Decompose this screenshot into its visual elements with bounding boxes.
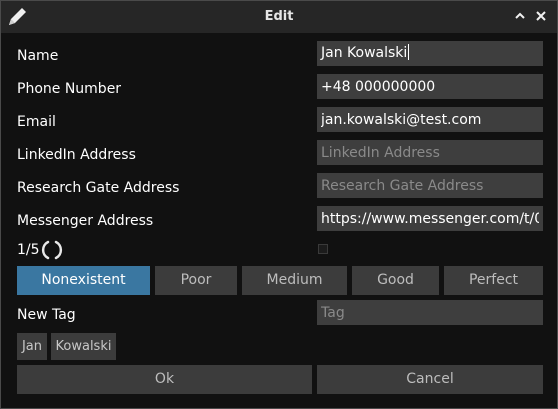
tag-chip[interactable]: Jan bbox=[17, 333, 47, 360]
name-field[interactable]: Jan Kowalski bbox=[317, 41, 543, 66]
rating-medium[interactable]: Medium bbox=[242, 266, 347, 295]
name-label: Name bbox=[17, 48, 59, 64]
rating-perfect[interactable]: Perfect bbox=[444, 266, 543, 295]
rating-text: 1/5 bbox=[17, 242, 40, 258]
cancel-button[interactable]: Cancel bbox=[317, 365, 543, 394]
new-tag-label: New Tag bbox=[17, 307, 76, 323]
collapse-button[interactable] bbox=[513, 9, 527, 23]
title-bar[interactable]: Edit bbox=[1, 1, 557, 33]
tag-chip[interactable]: Kowalski bbox=[51, 333, 116, 360]
loading-spinner-icon bbox=[41, 239, 63, 261]
researchgate-field[interactable] bbox=[317, 173, 543, 198]
close-icon bbox=[536, 11, 546, 21]
ok-button[interactable]: Ok bbox=[17, 365, 312, 394]
phone-label: Phone Number bbox=[17, 81, 122, 97]
rating-poor[interactable]: Poor bbox=[155, 266, 237, 295]
phone-field[interactable] bbox=[317, 74, 543, 99]
tag-field[interactable] bbox=[317, 300, 543, 325]
linkedin-field[interactable] bbox=[317, 140, 543, 165]
name-value: Jan Kowalski bbox=[321, 45, 408, 61]
researchgate-label: Research Gate Address bbox=[17, 180, 180, 196]
text-caret bbox=[408, 44, 410, 60]
close-button[interactable] bbox=[534, 9, 548, 23]
linkedin-label: LinkedIn Address bbox=[17, 147, 136, 163]
edit-dialog: Edit Name Jan Kowalski Phone Number Emai… bbox=[0, 0, 558, 409]
window-title: Edit bbox=[264, 9, 294, 24]
chevron-up-icon bbox=[515, 12, 525, 19]
email-field[interactable] bbox=[317, 107, 543, 132]
rating-good[interactable]: Good bbox=[352, 266, 439, 295]
rating-checkbox[interactable] bbox=[318, 244, 328, 254]
email-label: Email bbox=[17, 114, 56, 130]
rating-nonexistent[interactable]: Nonexistent bbox=[17, 266, 150, 295]
messenger-label: Messenger Address bbox=[17, 213, 154, 229]
messenger-field[interactable] bbox=[317, 206, 543, 231]
